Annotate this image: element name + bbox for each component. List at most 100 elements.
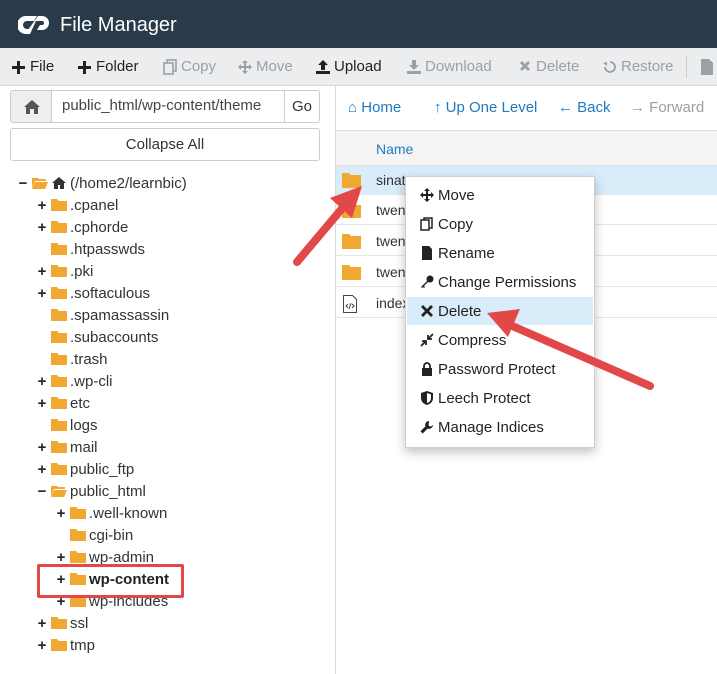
folder-icon [51, 265, 67, 277]
delete-icon [518, 59, 532, 75]
collapse-toggle[interactable]: − [36, 483, 48, 500]
folder-icon [342, 234, 361, 249]
folder-icon [51, 221, 67, 233]
php-file-icon [343, 295, 362, 313]
move-button[interactable]: Move [238, 58, 293, 75]
copy-icon [420, 217, 434, 231]
expand-toggle[interactable]: + [36, 637, 48, 654]
path-input[interactable]: public_html/wp-content/theme [51, 90, 285, 123]
delete-icon [420, 304, 434, 318]
expand-toggle[interactable]: + [36, 439, 48, 456]
expand-toggle[interactable]: + [36, 615, 48, 632]
folder-icon [70, 507, 86, 519]
tree-item[interactable]: + .cpanel [36, 194, 119, 216]
tree-item[interactable]: + public_ftp [36, 458, 135, 480]
toolbar-divider [686, 56, 687, 78]
lock-icon [420, 362, 434, 376]
menu-item-compress[interactable]: Compress [407, 326, 593, 354]
folder-icon [51, 309, 67, 321]
collapse-all-button[interactable]: Collapse All [10, 128, 320, 161]
wp-content-highlight-box [37, 564, 184, 598]
up-one-level-button[interactable]: ↑ Up One Level [434, 99, 537, 116]
folder-icon [51, 419, 67, 431]
tree-item[interactable]: cgi-bin [55, 524, 133, 546]
tree-item[interactable]: + ssl [36, 612, 89, 634]
restore-button[interactable]: Restore [603, 58, 674, 75]
tree-item[interactable]: + .pki [36, 260, 94, 282]
menu-item-copy[interactable]: Copy [407, 210, 593, 238]
tree-item[interactable]: + .cphorde [36, 216, 129, 238]
tree-item[interactable]: + etc [36, 392, 90, 414]
navigation-bar: ⌂ Home ↑ Up One Level ← Back → Forward [336, 86, 717, 128]
upload-icon [316, 59, 330, 75]
menu-item-move[interactable]: Move [407, 181, 593, 209]
forward-button[interactable]: → Forward [630, 99, 704, 116]
folder-icon [70, 551, 86, 563]
copy-icon [163, 58, 177, 75]
expand-toggle[interactable]: + [36, 395, 48, 412]
tree-item[interactable]: + mail [36, 436, 98, 458]
expand-toggle[interactable]: + [36, 461, 48, 478]
app-title: File Manager [60, 14, 177, 36]
home-icon [24, 100, 40, 114]
tree-item[interactable]: .spamassassin [36, 304, 169, 326]
expand-toggle[interactable]: + [36, 263, 48, 280]
context-menu: Move Copy Rename Change Permissions Dele… [405, 176, 595, 448]
toolbar: File Folder Copy Move Upload Download De… [0, 48, 717, 86]
path-bar: public_html/wp-content/theme Go [10, 90, 320, 123]
move-icon [420, 188, 434, 202]
folder-icon [342, 265, 361, 280]
expand-toggle[interactable]: + [36, 197, 48, 214]
copy-button[interactable]: Copy [163, 58, 216, 75]
restore-icon [603, 59, 617, 75]
move-icon [238, 59, 252, 75]
tree-item-public-html[interactable]: − public_html [36, 480, 146, 502]
arrow-left-icon: ← [558, 99, 573, 116]
arrow-right-icon: → [630, 99, 645, 116]
file-icon [701, 59, 713, 75]
expand-toggle[interactable]: + [36, 219, 48, 236]
folder-icon [70, 529, 86, 541]
tree-item[interactable]: + .wp-cli [36, 370, 113, 392]
tree-item[interactable]: .htpasswds [36, 238, 145, 260]
nav-home-button[interactable]: ⌂ Home [348, 99, 401, 116]
expand-toggle[interactable]: + [55, 549, 67, 566]
home-icon [51, 176, 67, 190]
expand-toggle[interactable]: + [36, 373, 48, 390]
tree-item[interactable]: .trash [36, 348, 108, 370]
menu-item-password-protect[interactable]: Password Protect [407, 355, 593, 383]
tree-item[interactable]: + .softaculous [36, 282, 150, 304]
menu-item-manage-indices[interactable]: Manage Indices [407, 413, 593, 441]
menu-item-rename[interactable]: Rename [407, 239, 593, 267]
tree-item[interactable]: + tmp [36, 634, 95, 656]
folder-icon [51, 243, 67, 255]
folder-icon [51, 397, 67, 409]
back-button[interactable]: ← Back [558, 99, 611, 116]
home-icon: ⌂ [348, 99, 358, 116]
expand-toggle[interactable]: + [36, 285, 48, 302]
tree-item[interactable]: logs [36, 414, 98, 436]
folder-icon [51, 375, 67, 387]
app-header: File Manager [0, 0, 717, 48]
new-file-button[interactable]: File [12, 58, 54, 75]
key-icon [420, 275, 434, 289]
name-column-header[interactable]: Name [376, 141, 413, 157]
tree-item-root[interactable]: − (/home2/learnbic) [17, 172, 187, 194]
download-button[interactable]: Download [407, 58, 492, 75]
menu-item-leech-protect[interactable]: Leech Protect [407, 384, 593, 412]
plus-icon [12, 59, 26, 75]
expand-toggle[interactable]: + [55, 505, 67, 522]
go-button[interactable]: Go [284, 90, 320, 123]
home-path-button[interactable] [10, 90, 52, 123]
new-folder-button[interactable]: Folder [78, 58, 139, 75]
folder-icon [342, 203, 361, 218]
folder-icon [51, 199, 67, 211]
menu-item-delete[interactable]: Delete [407, 297, 593, 325]
upload-button[interactable]: Upload [316, 58, 382, 75]
menu-item-change-permissions[interactable]: Change Permissions [407, 268, 593, 296]
tree-item[interactable]: .subaccounts [36, 326, 158, 348]
collapse-toggle[interactable]: − [17, 175, 29, 192]
tree-item[interactable]: + .well-known [55, 502, 168, 524]
delete-button[interactable]: Delete [518, 58, 579, 75]
arrow-up-icon: ↑ [434, 99, 442, 116]
